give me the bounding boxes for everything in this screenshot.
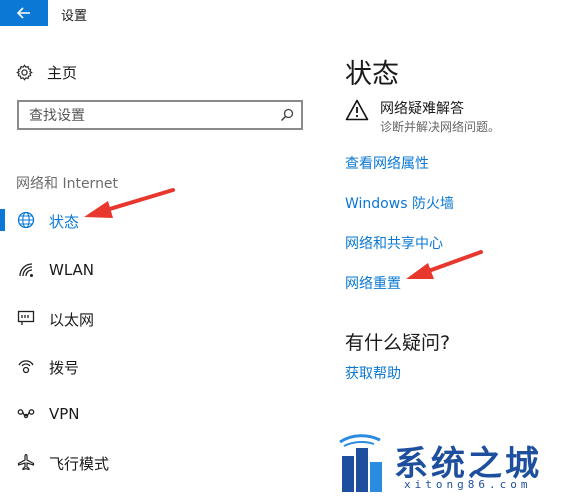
airplane-icon — [17, 453, 35, 471]
search-input[interactable] — [29, 106, 269, 126]
sidebar-item-status[interactable]: 状态 — [0, 200, 330, 240]
title-bar: 设置 — [0, 0, 581, 26]
troubleshoot-title: 网络疑难解答 — [380, 101, 464, 117]
sidebar-item-label: 以太网 — [49, 311, 95, 329]
active-indicator — [0, 209, 5, 231]
globe-icon — [17, 211, 35, 229]
questions-heading: 有什么疑问? — [345, 332, 451, 354]
sidebar-item-vpn[interactable]: VPN — [0, 394, 330, 434]
get-help-link[interactable]: 获取帮助 — [345, 363, 401, 383]
home-link[interactable]: 主页 — [16, 62, 77, 82]
view-network-properties-link[interactable]: 查看网络属性 — [345, 153, 429, 173]
search-box[interactable] — [17, 100, 303, 130]
watermark-url: xitong86.com — [404, 478, 532, 491]
troubleshoot-subtitle: 诊断并解决网络问题。 — [380, 120, 501, 134]
sidebar: 主页 网络和 Internet 状态 WLAN — [0, 26, 330, 498]
gear-icon — [16, 63, 33, 81]
dialup-icon — [18, 360, 34, 374]
page-title: 状态 — [345, 59, 399, 90]
window-title: 设置 — [61, 9, 88, 24]
sidebar-item-wlan[interactable]: WLAN — [0, 250, 330, 290]
sidebar-item-label: 拨号 — [49, 359, 80, 377]
sidebar-item-label: 状态 — [49, 213, 80, 231]
home-label: 主页 — [47, 63, 78, 82]
sidebar-item-label: 飞行模式 — [49, 455, 110, 473]
sidebar-item-dialup[interactable]: 拨号 — [0, 346, 330, 386]
warning-icon — [345, 99, 369, 121]
vpn-icon — [17, 409, 35, 419]
wifi-icon — [19, 263, 33, 277]
sidebar-item-ethernet[interactable]: 以太网 — [0, 298, 330, 338]
network-troubleshooter[interactable]: 网络疑难解答 诊断并解决网络问题。 — [345, 97, 575, 141]
sidebar-item-airplane-mode[interactable]: 飞行模式 — [0, 442, 330, 482]
watermark-logo: 系统之城 xitong86.com — [334, 432, 564, 496]
back-arrow-icon — [17, 7, 30, 19]
main-content: 状态 网络疑难解答 诊断并解决网络问题。 查看网络属性 Windows 防火墙 … — [330, 26, 581, 498]
ethernet-icon — [17, 310, 35, 325]
watermark-building-icon — [339, 434, 382, 492]
sidebar-item-label: WLAN — [49, 261, 95, 279]
section-heading: 网络和 Internet — [16, 176, 119, 192]
sidebar-item-label: VPN — [49, 405, 80, 423]
back-button[interactable] — [0, 0, 48, 26]
network-reset-link[interactable]: 网络重置 — [345, 273, 401, 293]
search-icon[interactable] — [280, 108, 294, 122]
network-sharing-center-link[interactable]: 网络和共享中心 — [345, 233, 443, 253]
windows-firewall-link[interactable]: Windows 防火墙 — [345, 193, 454, 213]
